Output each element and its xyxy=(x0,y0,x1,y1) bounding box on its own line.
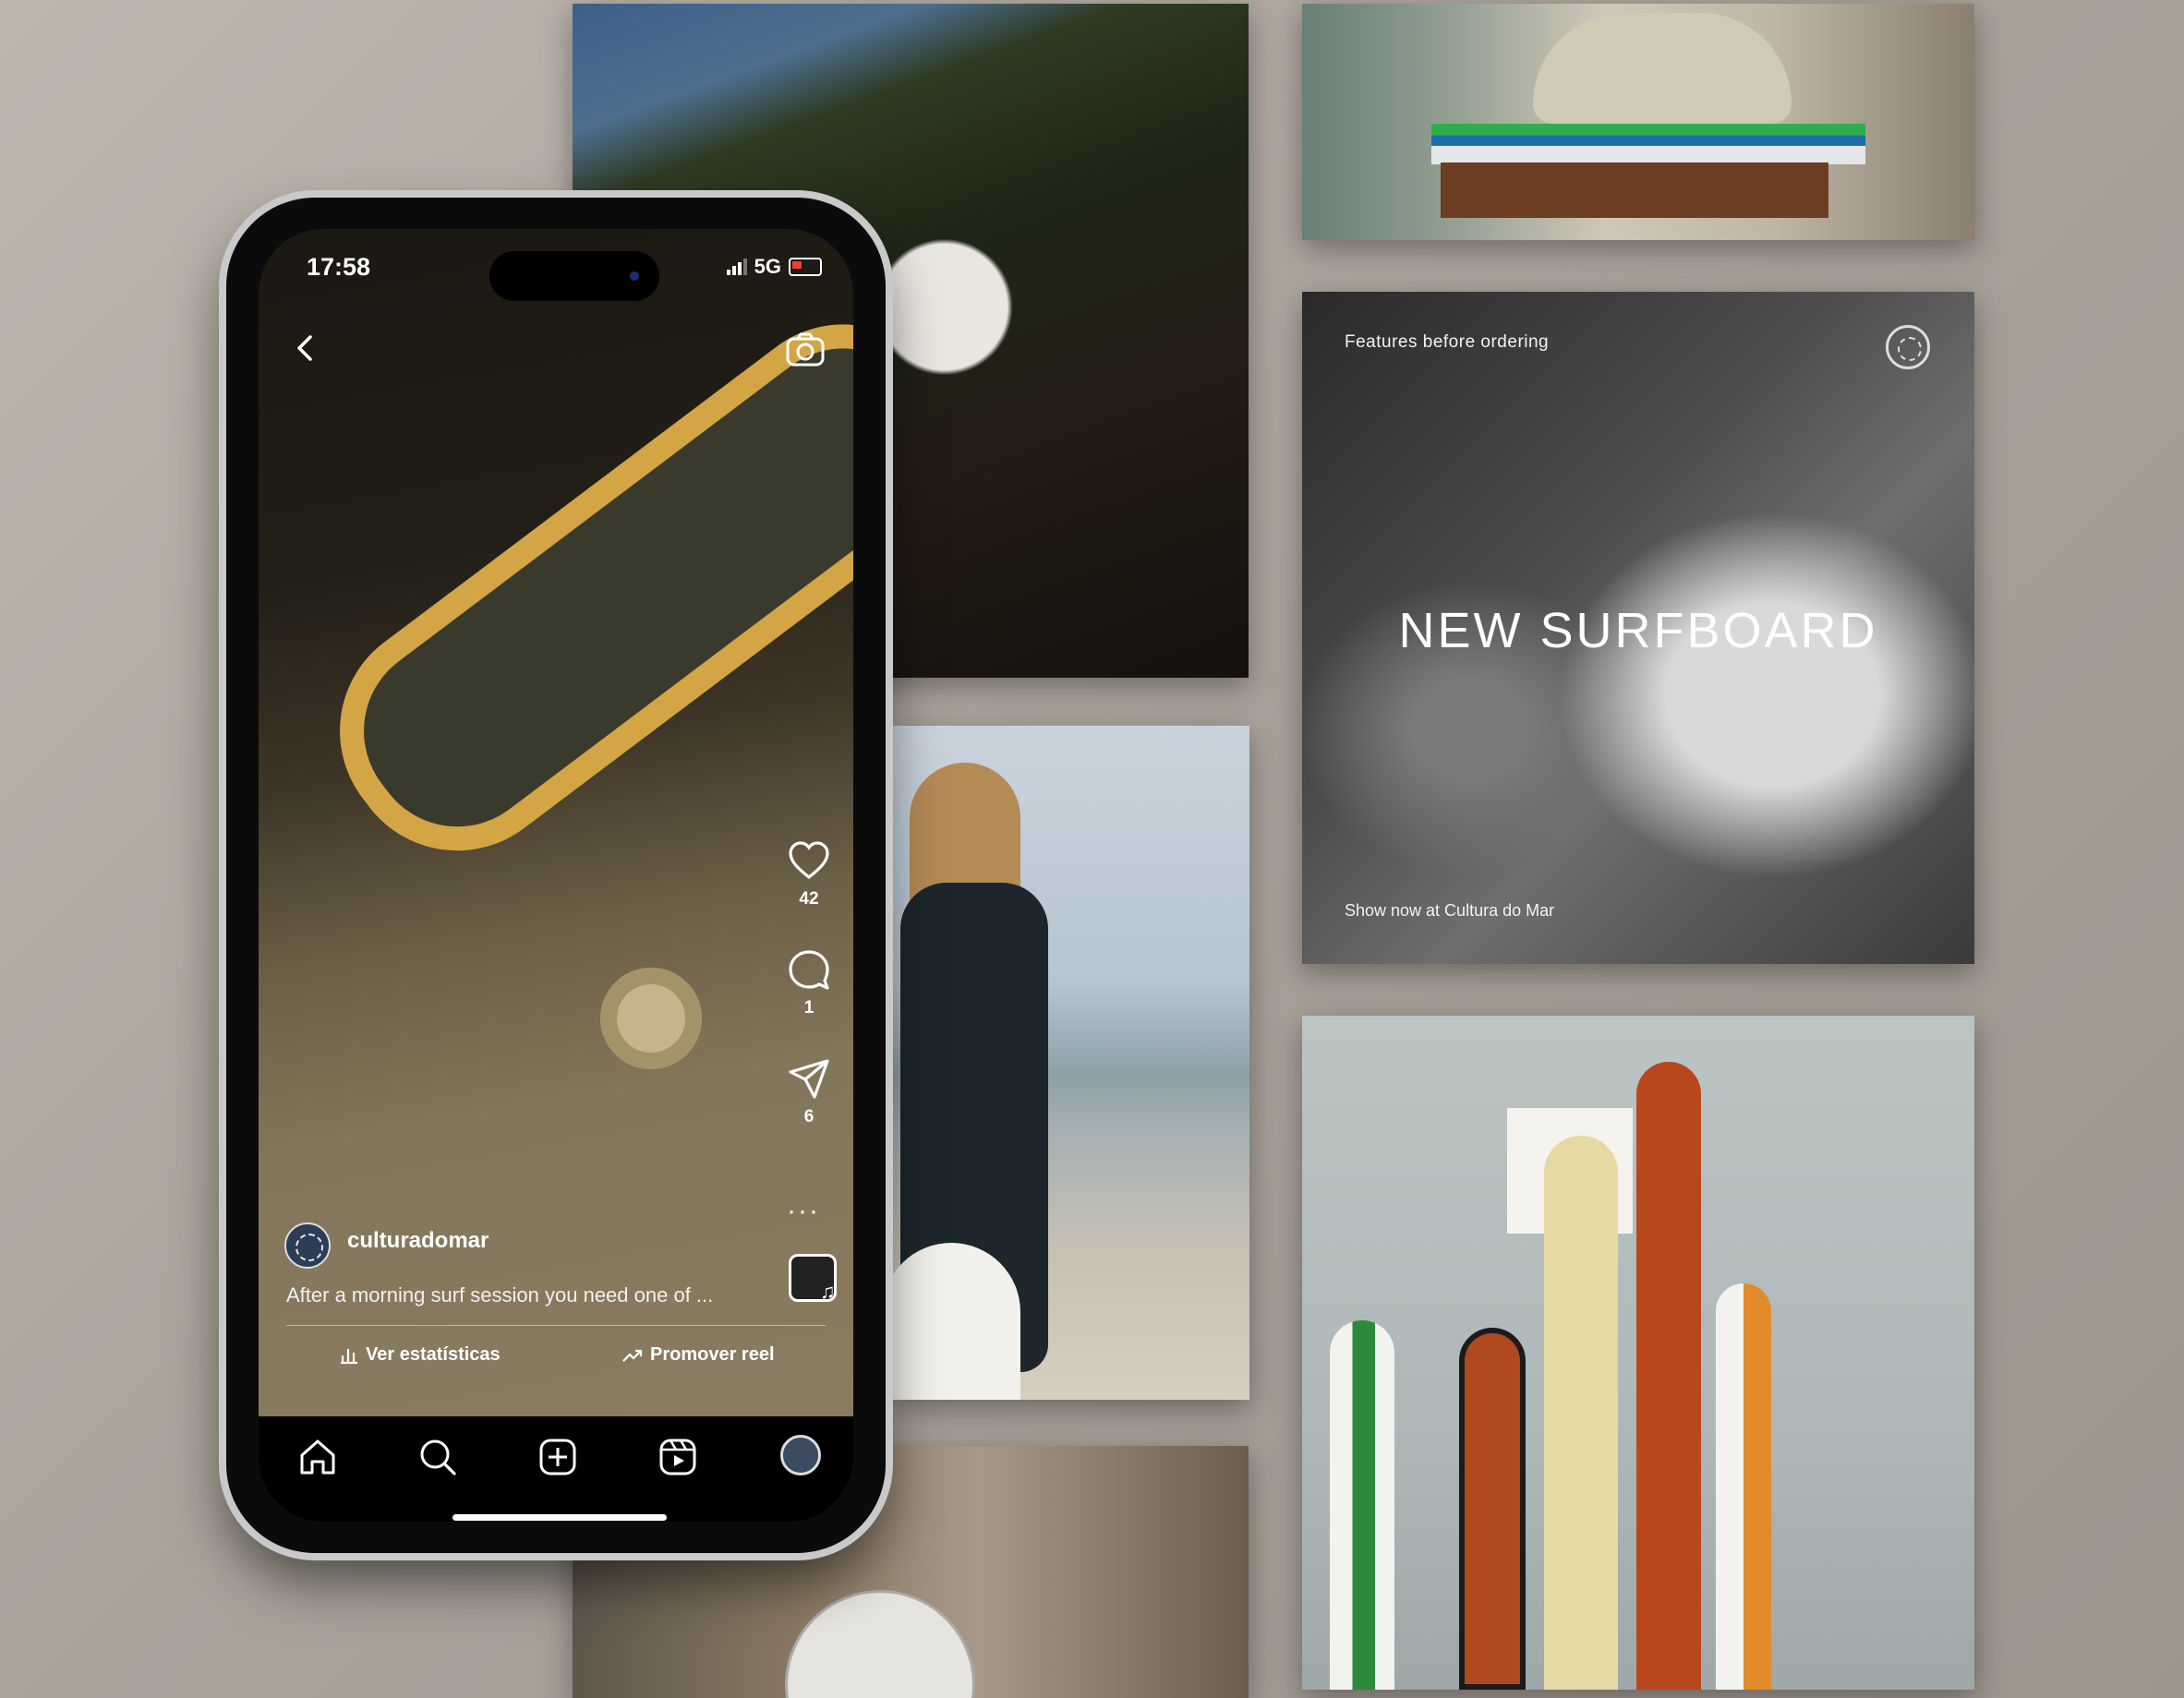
view-stats-label: Ver estatísticas xyxy=(366,1344,501,1365)
promo-top-text: Features before ordering xyxy=(1345,332,1550,352)
dynamic-island xyxy=(489,251,659,301)
surfboard-orange xyxy=(1459,1328,1526,1690)
status-time: 17:58 xyxy=(307,253,371,281)
comment-button[interactable]: 1 xyxy=(783,947,835,1018)
like-count: 42 xyxy=(799,889,819,909)
surfboard-green xyxy=(1330,1320,1394,1690)
camera-icon[interactable] xyxy=(785,331,826,367)
hanging-ornament xyxy=(785,1590,975,1698)
reel-caption[interactable]: After a morning surf session you need on… xyxy=(286,1283,713,1307)
music-note-icon: ♫ xyxy=(820,1280,836,1303)
create-tab[interactable] xyxy=(537,1437,582,1481)
surfboards-photo-card xyxy=(1302,1016,1974,1690)
promote-reel-button[interactable]: Promover reel xyxy=(622,1344,775,1366)
comment-count: 1 xyxy=(803,998,814,1018)
promote-reel-label: Promover reel xyxy=(650,1344,775,1365)
promo-headline: NEW SURFBOARD xyxy=(1398,603,1878,658)
caption-divider xyxy=(286,1325,826,1326)
chevron-left-icon[interactable] xyxy=(290,332,321,364)
account-avatar[interactable] xyxy=(284,1222,331,1269)
cap-image xyxy=(1533,13,1792,124)
home-indicator xyxy=(452,1514,667,1521)
signal-icon xyxy=(726,259,747,275)
surfboard-white-orange xyxy=(1716,1283,1771,1690)
share-button[interactable]: 6 xyxy=(783,1056,835,1127)
skateboard-wheel xyxy=(600,968,702,1069)
more-options-icon[interactable]: ··· xyxy=(787,1198,827,1225)
reels-icon xyxy=(659,1439,696,1475)
new-surfboard-promo-card: Features before ordering NEW SURFBOARD S… xyxy=(1302,292,1974,964)
cap-photo-card xyxy=(1302,4,1974,240)
battery-icon xyxy=(789,258,822,276)
profile-tab-avatar[interactable] xyxy=(780,1435,821,1475)
surfboard-red xyxy=(1636,1062,1701,1690)
account-username[interactable]: culturadomar xyxy=(347,1228,489,1254)
search-icon xyxy=(420,1439,456,1475)
promo-bottom-text: Show now at Cultura do Mar xyxy=(1345,901,1555,920)
surfer-board xyxy=(891,1243,1020,1400)
wooden-shelf xyxy=(1441,163,1828,218)
paper-plane-icon xyxy=(789,1059,829,1099)
view-stats-button[interactable]: Ver estatísticas xyxy=(340,1344,501,1366)
home-tab[interactable] xyxy=(297,1437,342,1481)
like-button[interactable]: 42 xyxy=(783,838,835,909)
home-icon xyxy=(300,1439,335,1475)
bottom-tab-bar xyxy=(259,1416,853,1522)
reels-tab[interactable] xyxy=(658,1437,702,1481)
network-label: 5G xyxy=(754,255,781,278)
surfer-photo-card xyxy=(891,726,1249,1400)
skateboard-deck xyxy=(296,280,853,896)
instagram-reel-screen: 17:58 5G 42 1 6 ··· ♫ culturadomar After… xyxy=(259,229,853,1522)
search-tab[interactable] xyxy=(417,1437,462,1481)
bar-chart-icon xyxy=(341,1348,357,1364)
brand-logo-icon xyxy=(1886,325,1930,369)
surfboard-cream xyxy=(1544,1136,1618,1690)
books-stack xyxy=(1431,124,1865,164)
add-post-icon xyxy=(539,1439,576,1475)
phone-mockup: 17:58 5G 42 1 6 ··· ♫ culturadomar After… xyxy=(226,198,886,1553)
trend-arrow-icon xyxy=(622,1349,643,1362)
status-indicators: 5G xyxy=(726,255,822,279)
share-count: 6 xyxy=(803,1107,814,1126)
heart-icon xyxy=(789,841,829,880)
comment-icon xyxy=(789,950,829,990)
